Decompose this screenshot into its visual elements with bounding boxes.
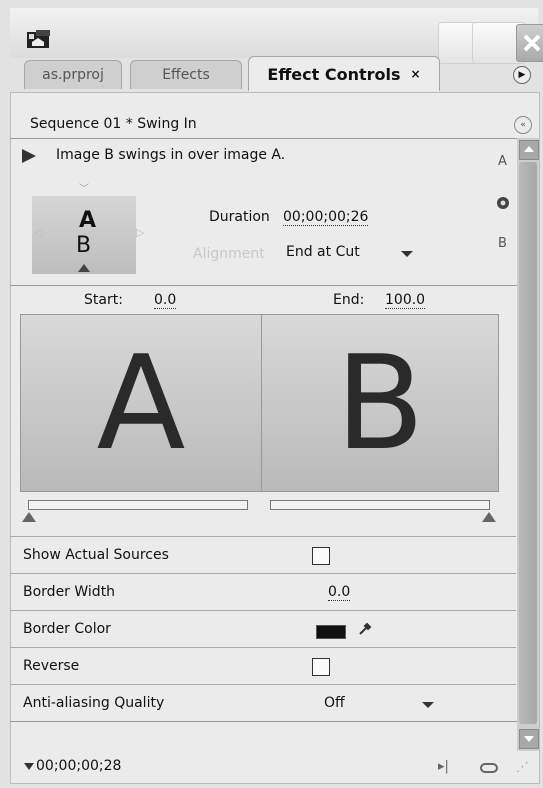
preview-letter-a: A [96,327,186,479]
property-label: Reverse [23,658,80,674]
property-row-anti-aliasing: Anti-aliasing Quality Off [10,684,516,722]
property-label: Border Color [23,621,111,637]
tab-effects-label: Effects [162,67,210,83]
property-label: Border Width [23,584,116,600]
effect-controls-window: as.prproj Effects Effect Controls × ▶ Se… [0,0,543,788]
show-actual-sources-checkbox[interactable] [312,547,330,565]
anti-aliasing-select[interactable]: Off [324,695,345,711]
property-label: Anti-aliasing Quality [23,695,165,711]
tab-project-label: as.prproj [42,67,104,83]
border-color-swatch[interactable] [316,625,346,639]
preview-end-frame: B [261,314,499,492]
track-b-label: B [498,236,507,251]
divider [10,285,517,286]
loop-audio-icon[interactable] [480,762,498,774]
double-chevron-left-icon: « [520,120,526,130]
end-slider-handle[interactable] [482,512,496,522]
scroll-thumb[interactable] [519,162,537,724]
edge-selector-left-icon[interactable]: ◁ [34,226,42,239]
property-row-border-width: Border Width 0.0 [10,573,516,611]
title-bar[interactable] [10,8,543,64]
panel-footer: 00;00;00;28 ▸| ⋰ [10,752,538,782]
collapse-timeline-button[interactable]: « [514,116,532,134]
border-width-value[interactable]: 0.0 [328,584,351,601]
track-a-label: A [498,154,507,169]
scroll-up-button[interactable] [519,140,539,160]
alignment-label: Alignment [193,246,265,262]
start-value[interactable]: 0.0 [154,292,177,309]
alignment-dropdown-icon[interactable] [401,251,413,257]
play-preview-icon[interactable] [22,149,36,163]
thumbnail-top-letter: A [79,208,97,233]
divider [10,721,517,722]
end-slider[interactable] [270,500,490,510]
gear-icon[interactable] [496,196,510,210]
tab-project[interactable]: as.prproj [24,60,122,89]
edge-selector-bottom-icon[interactable] [78,264,90,272]
property-row-border-color: Border Color [10,610,516,648]
tab-effect-controls-label: Effect Controls [267,64,401,84]
scroll-down-button[interactable] [519,729,539,749]
reverse-checkbox[interactable] [312,658,330,676]
property-label: Show Actual Sources [23,547,169,563]
thumbnail-bottom-letter: B [76,233,92,258]
property-row-show-actual-sources: Show Actual Sources [10,536,516,574]
tab-effect-controls[interactable]: Effect Controls × [248,56,440,91]
filter-clip-icon[interactable]: ▸| [438,759,449,774]
property-row-reverse: Reverse [10,647,516,685]
panel-tabs: as.prproj Effects Effect Controls × [10,54,538,94]
end-label: End: [333,292,365,308]
end-value[interactable]: 100.0 [385,292,426,309]
preview-letter-b: B [335,327,425,479]
edge-selector-right-icon[interactable]: ▷ [136,226,144,239]
start-label: Start: [84,292,123,308]
duration-label: Duration [209,209,270,225]
resize-grip-icon[interactable]: ⋰ [516,760,529,775]
chevron-down-icon[interactable]: ﹀ [79,180,89,195]
sequence-header: Sequence 01 * Swing In « [10,108,538,138]
alignment-select[interactable]: End at Cut [286,244,360,260]
divider [10,138,517,139]
vertical-scrollbar[interactable] [517,138,539,751]
tab-effects[interactable]: Effects [130,60,242,89]
preview-start-frame: A [20,314,262,492]
start-slider-handle[interactable] [22,512,36,522]
start-slider[interactable] [28,500,248,510]
anti-aliasing-dropdown-icon[interactable] [422,702,434,708]
duration-value[interactable]: 00;00;00;26 [283,209,369,226]
current-timecode[interactable]: 00;00;00;28 [36,758,121,774]
panel-menu-icon: ▶ [518,70,526,80]
effect-description: Image B swings in over image A. [56,147,286,163]
sequence-clip-label: Sequence 01 * Swing In [30,116,197,132]
panel-menu-button[interactable]: ▶ [513,66,531,84]
eyedropper-icon[interactable] [358,622,372,636]
current-time-marker-icon [24,763,34,770]
premiere-app-icon [27,30,50,48]
tab-close-icon[interactable]: × [411,67,421,81]
